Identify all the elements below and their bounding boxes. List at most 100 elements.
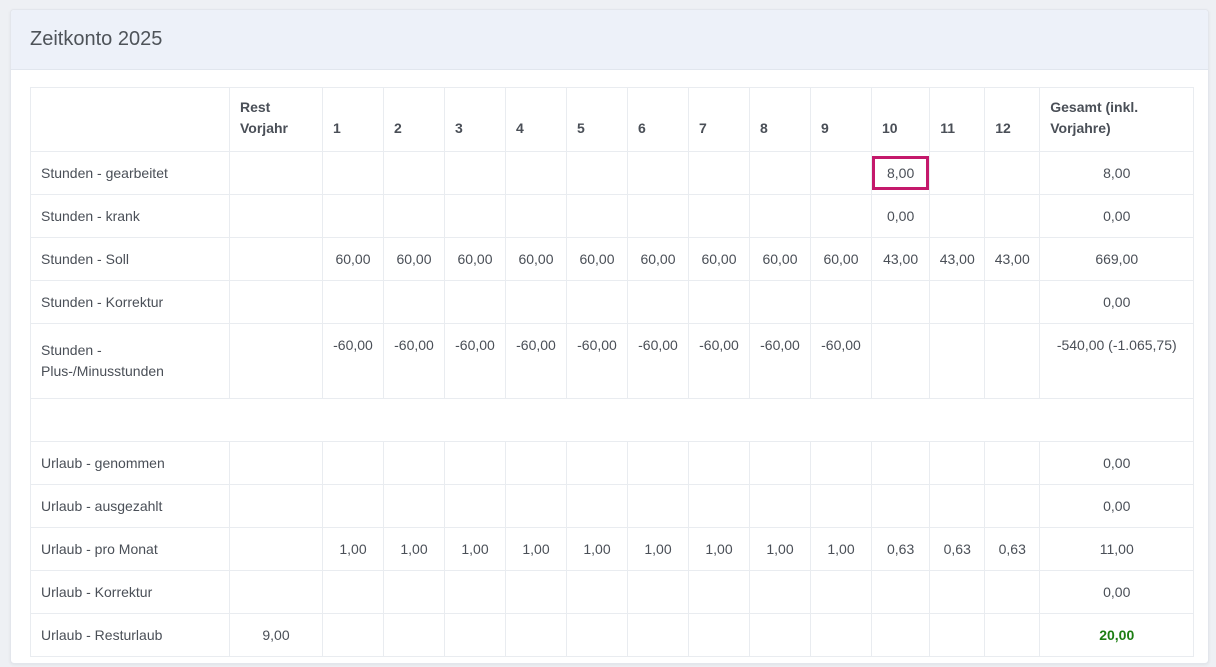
table-cell [870, 570, 931, 614]
table-cell [929, 194, 986, 238]
table-cell [749, 484, 811, 528]
table-cell [505, 484, 567, 528]
table-cell: 1,00 [627, 527, 689, 571]
row-label: Stunden - krank [30, 194, 230, 238]
table-cell [929, 570, 986, 614]
row-label: Urlaub - Korrektur [30, 570, 230, 614]
table-cell [749, 280, 811, 324]
page-title: Zeitkonto 2025 [30, 28, 163, 50]
table-cell [322, 194, 384, 238]
table-cell: 8,00 [870, 151, 931, 195]
table-cell [383, 484, 445, 528]
table-cell [229, 237, 323, 281]
table-cell: 1,00 [810, 527, 872, 571]
table-cell: 9,00 [229, 613, 323, 657]
row-label: Stunden - Korrektur [30, 280, 230, 324]
table-cell [984, 280, 1041, 324]
table-cell [229, 527, 323, 571]
row-label: Urlaub - ausgezahlt [30, 484, 230, 528]
table-cell: 1,00 [688, 527, 750, 571]
table-cell: -60,00 [749, 323, 811, 399]
total-cell: 0,00 [1039, 484, 1195, 528]
table-cell: 43,00 [984, 237, 1041, 281]
table-row: Urlaub - Resturlaub 9,00 20,00 [30, 613, 1195, 657]
table-row: Stunden - Korrektur 0,00 [30, 280, 1195, 324]
table-cell [566, 484, 628, 528]
header-month-7: 7 [688, 87, 750, 152]
table-cell [810, 280, 872, 324]
zeitkonto-table: Rest Vorjahr 1 2 3 4 5 6 7 8 9 10 11 12 … [29, 87, 1195, 657]
table-cell [688, 613, 750, 657]
table-cell [444, 194, 506, 238]
table-cell [444, 151, 506, 195]
table-cell [870, 280, 931, 324]
table-cell: -60,00 [688, 323, 750, 399]
table-cell: -60,00 [505, 323, 567, 399]
table-cell [229, 323, 323, 399]
table-cell [984, 194, 1041, 238]
table-cell [749, 570, 811, 614]
table-cell [929, 323, 986, 399]
table-cell [627, 570, 689, 614]
row-label: Urlaub - Resturlaub [30, 613, 230, 657]
table-cell [505, 194, 567, 238]
table-cell: 1,00 [383, 527, 445, 571]
total-cell: 8,00 [1039, 151, 1195, 195]
table-cell [870, 441, 931, 485]
table-cell: 0,63 [870, 527, 931, 571]
row-label: Urlaub - pro Monat [30, 527, 230, 571]
table-cell: -60,00 [383, 323, 445, 399]
table-cell [444, 613, 506, 657]
table-cell [984, 151, 1041, 195]
table-cell: -60,00 [444, 323, 506, 399]
table-cell [627, 280, 689, 324]
header-month-2: 2 [383, 87, 445, 152]
header-gesamt: Gesamt (inkl. Vorjahre) [1039, 87, 1195, 152]
table-cell [627, 484, 689, 528]
table-cell [627, 613, 689, 657]
table-cell [870, 484, 931, 528]
row-label: Stunden - Soll [30, 237, 230, 281]
table-cell [383, 441, 445, 485]
table-cell [984, 613, 1041, 657]
table-cell [688, 441, 750, 485]
table-row: Urlaub - pro Monat 1,00 1,00 1,00 1,00 1… [30, 527, 1195, 571]
table-cell: 60,00 [444, 237, 506, 281]
table-row: Stunden - krank 0,00 0,00 [30, 194, 1195, 238]
table-row: Stunden - Soll 60,00 60,00 60,00 60,00 6… [30, 237, 1195, 281]
table-cell [929, 484, 986, 528]
table-cell [984, 323, 1041, 399]
total-cell: 11,00 [1039, 527, 1195, 571]
table-cell [505, 280, 567, 324]
table-cell [505, 441, 567, 485]
table-cell [444, 280, 506, 324]
table-cell [566, 570, 628, 614]
header-month-5: 5 [566, 87, 628, 152]
header-month-10: 10 [870, 87, 931, 152]
table-cell: 60,00 [627, 237, 689, 281]
table-cell [322, 570, 384, 614]
table-cell [229, 151, 323, 195]
card-header: Zeitkonto 2025 [11, 10, 1208, 70]
table-cell: 43,00 [929, 237, 986, 281]
table-cell: 43,00 [870, 237, 931, 281]
table-cell: 1,00 [322, 527, 384, 571]
table-cell [505, 151, 567, 195]
table-cell: 0,63 [984, 527, 1041, 571]
table-cell [984, 570, 1041, 614]
total-cell: 20,00 [1039, 613, 1195, 657]
table-cell [870, 323, 931, 399]
table-cell [229, 280, 323, 324]
table-cell [383, 151, 445, 195]
table-cell [229, 570, 323, 614]
table-cell: -60,00 [810, 323, 872, 399]
spacer-cell [29, 398, 1195, 442]
table-cell: 60,00 [566, 237, 628, 281]
total-cell: 0,00 [1039, 441, 1195, 485]
row-label: Urlaub - genommen [30, 441, 230, 485]
table-cell: 60,00 [688, 237, 750, 281]
table-cell [383, 613, 445, 657]
header-month-3: 3 [444, 87, 506, 152]
highlighted-cell-value[interactable]: 8,00 [872, 156, 930, 190]
table-cell: 0,63 [929, 527, 986, 571]
